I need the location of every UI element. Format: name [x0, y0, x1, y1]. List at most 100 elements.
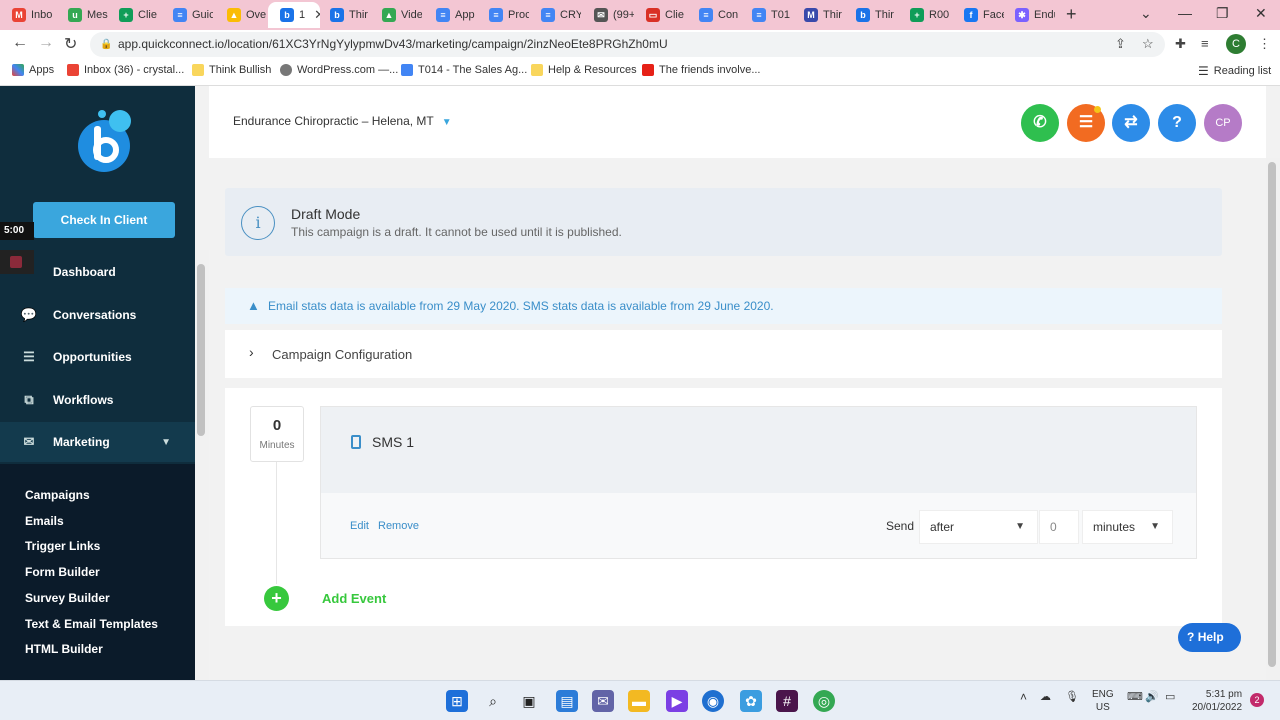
bookmark-t014[interactable]: T014 - The Sales Ag...: [401, 64, 527, 76]
language-indicator[interactable]: ENG US: [1092, 688, 1114, 714]
location-switcher[interactable]: Endurance Chiropractic – Helena, MT ▼: [233, 114, 452, 128]
task-view-icon[interactable]: ▣: [518, 690, 540, 712]
browser-tab[interactable]: ≡ Proc: [477, 2, 529, 28]
reading-list[interactable]: ☰ Reading list: [1198, 64, 1271, 78]
browser-tab[interactable]: + Clie: [107, 2, 159, 28]
share-icon[interactable]: ⇪: [1115, 36, 1126, 52]
clock[interactable]: 5:31 pm 20/01/2022: [1192, 688, 1242, 714]
zoom-icon[interactable]: ▶: [666, 690, 688, 712]
microphone-icon[interactable]: 🎙: [1065, 690, 1079, 703]
browser-tab[interactable]: b Thir: [318, 2, 370, 28]
browser-tab[interactable]: ≡ T01: [740, 2, 792, 28]
browser-tab[interactable]: ✱ Endu: [1003, 2, 1055, 28]
bookmark-star-icon[interactable]: ☆: [1142, 36, 1154, 52]
minimize-button[interactable]: —: [1178, 5, 1192, 21]
help-button[interactable]: ?: [1158, 104, 1196, 142]
slack-icon[interactable]: #: [776, 690, 798, 712]
nav-dashboard[interactable]: Dashboard: [0, 252, 195, 292]
bookmark-inbox[interactable]: Inbox (36) - crystal...: [67, 64, 184, 76]
profile-avatar[interactable]: C: [1226, 34, 1246, 54]
battery-icon[interactable]: ▭: [1165, 690, 1175, 703]
bookmark-wordpress[interactable]: WordPress.com —...: [280, 64, 398, 76]
network-icon[interactable]: ⌨: [1127, 690, 1143, 703]
tab-search-icon[interactable]: ⌄: [1140, 5, 1152, 22]
browser-tab[interactable]: ≡ Guic: [161, 2, 213, 28]
subnav-trigger-links[interactable]: Trigger Links: [25, 539, 100, 553]
file-explorer-icon[interactable]: ▬: [628, 690, 650, 712]
teams-chat-icon[interactable]: ✉: [592, 690, 614, 712]
remove-event-link[interactable]: Remove: [378, 520, 419, 532]
nav-marketing[interactable]: ✉ Marketing ▼: [0, 422, 195, 462]
tasks-button[interactable]: ☰: [1067, 104, 1105, 142]
browser-tab[interactable]: ✉ (99+: [582, 2, 634, 28]
campaign-configuration-toggle[interactable]: › Campaign Configuration: [225, 330, 1222, 378]
switch-account-button[interactable]: ⇄: [1112, 104, 1150, 142]
cloud-icon[interactable]: ☁: [1040, 690, 1051, 703]
help-widget-button[interactable]: ? Help: [1178, 623, 1241, 652]
send-amount-input[interactable]: 0: [1039, 510, 1079, 544]
main-scrollbar[interactable]: [1266, 158, 1280, 680]
phone-button[interactable]: ✆: [1021, 104, 1059, 142]
tab-favicon-icon: ≡: [752, 8, 766, 22]
forward-icon[interactable]: →: [38, 34, 54, 52]
browser-tab[interactable]: ≡ App: [424, 2, 476, 28]
edit-event-link[interactable]: Edit: [350, 520, 369, 532]
address-bar[interactable]: 🔒 app.quickconnect.io/location/61XC3YrNg…: [90, 32, 1165, 57]
nav-conversations[interactable]: 💬 Conversations: [0, 295, 195, 335]
media-icon[interactable]: ≡: [1201, 36, 1209, 51]
nav-workflows[interactable]: ⧉ Workflows: [0, 380, 195, 420]
browser-tab[interactable]: ▭ Clie: [634, 2, 686, 28]
browser-tab[interactable]: ≡ Con: [687, 2, 739, 28]
reload-icon[interactable]: ↻: [64, 34, 77, 54]
send-unit-select[interactable]: minutes ▼: [1082, 510, 1173, 544]
subnav-emails[interactable]: Emails: [25, 514, 64, 528]
browser-tab[interactable]: ▲ Vide: [370, 2, 422, 28]
notification-badge[interactable]: 2: [1250, 693, 1264, 707]
browser-tab[interactable]: b 1 ✕: [268, 2, 320, 28]
subnav-templates[interactable]: Text & Email Templates: [25, 617, 158, 631]
scrollbar-thumb[interactable]: [1268, 162, 1276, 667]
volume-icon[interactable]: 🔊: [1145, 690, 1159, 703]
tab-label: Mes: [87, 9, 108, 21]
chrome-icon[interactable]: ◎: [813, 690, 835, 712]
subnav-survey-builder[interactable]: Survey Builder: [25, 591, 110, 605]
subnav-form-builder[interactable]: Form Builder: [25, 565, 100, 579]
new-tab-button[interactable]: +: [1066, 4, 1077, 25]
widgets-icon[interactable]: ▤: [556, 690, 578, 712]
browser-tab[interactable]: M Inbo: [0, 2, 52, 28]
browser-tab[interactable]: u Mes: [56, 2, 108, 28]
bookmark-friends[interactable]: The friends involve...: [642, 64, 761, 76]
send-timing-select[interactable]: after ▼: [919, 510, 1038, 544]
tab-label: Ove: [246, 9, 267, 21]
chat-icon: 💬: [20, 307, 38, 322]
check-in-client-button[interactable]: Check In Client: [33, 202, 175, 238]
browser-tab[interactable]: f Face: [952, 2, 1004, 28]
restore-button[interactable]: ❐: [1216, 5, 1229, 22]
subnav-campaigns[interactable]: Campaigns: [25, 488, 90, 502]
extensions-icon[interactable]: ✚: [1175, 36, 1186, 52]
add-event-button[interactable]: +: [264, 586, 289, 611]
browser-tab[interactable]: ▲ Ove: [215, 2, 267, 28]
settings-icon[interactable]: ✿: [740, 690, 762, 712]
windows-start-icon[interactable]: ⊞: [446, 690, 468, 712]
back-icon[interactable]: ←: [12, 34, 28, 52]
tray-chevron-icon[interactable]: ˄: [1020, 690, 1027, 704]
event-card-header[interactable]: SMS 1: [321, 407, 1196, 493]
browser-tab[interactable]: ≡ CRY: [529, 2, 581, 28]
scrollbar-thumb[interactable]: [197, 264, 205, 436]
nav-opportunities[interactable]: ☰ Opportunities: [0, 337, 195, 377]
bookmark-think-bullish[interactable]: Think Bullish: [192, 64, 271, 76]
sidebar-scrollbar[interactable]: [195, 250, 209, 680]
browser-tab[interactable]: + R00: [898, 2, 950, 28]
edge-icon[interactable]: ◉: [702, 690, 724, 712]
add-event-label[interactable]: Add Event: [322, 591, 386, 606]
browser-tab[interactable]: b Thir: [844, 2, 896, 28]
bookmark-apps[interactable]: Apps: [12, 64, 54, 76]
user-avatar[interactable]: CP: [1204, 104, 1242, 142]
search-icon[interactable]: ⌕: [482, 690, 504, 712]
bookmark-help[interactable]: Help & Resources: [531, 64, 637, 76]
menu-icon[interactable]: ⋮: [1258, 36, 1271, 52]
browser-tab[interactable]: M Thir: [792, 2, 844, 28]
close-window-button[interactable]: ✕: [1255, 5, 1267, 22]
subnav-html-builder[interactable]: HTML Builder: [25, 642, 103, 656]
